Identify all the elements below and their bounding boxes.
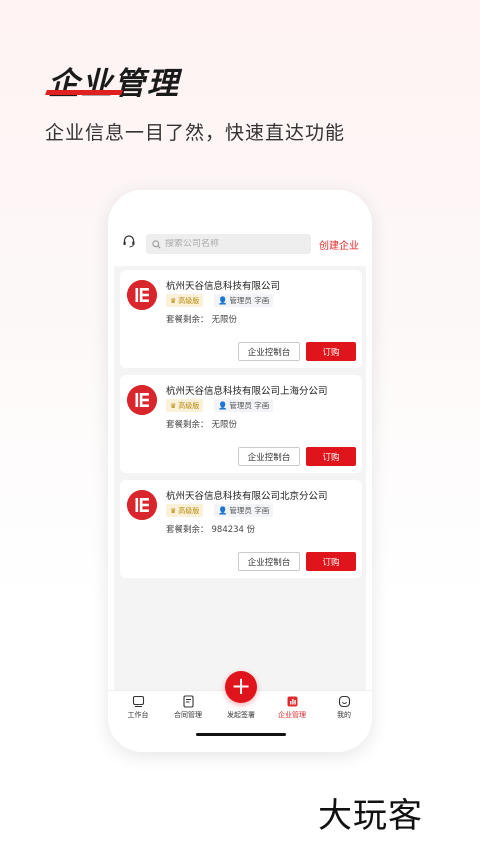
company-name: 杭州天谷信息科技有限公司上海分公司 [166, 386, 328, 397]
watermark-logo: 大玩客 [318, 796, 423, 836]
headset-icon[interactable] [122, 234, 136, 248]
hero-subtitle: 企业信息一目了然，快速直达功能 [45, 122, 346, 144]
hero-underline [45, 90, 123, 95]
search-box[interactable] [146, 234, 311, 254]
profile-icon [338, 695, 350, 708]
remaining-quota: 套餐剩余： 无限份 [166, 420, 238, 430]
remaining-quota: 套餐剩余： 984234 份 [166, 525, 256, 535]
user-icon: 👤 [218, 401, 228, 410]
app-screen: 创建企业 杭州天谷信息科技有限公司 ♛高级版 👤管理员 字画 套餐剩余：无限份 [114, 220, 366, 690]
tab-profile[interactable]: 我的 [324, 695, 364, 720]
admin-badge: 👤 管理员 字画 [214, 399, 274, 412]
remaining-quota: 套餐剩余： 无限份 [166, 315, 238, 325]
contract-icon [182, 695, 194, 708]
start-signing-label: 发起签署 [227, 711, 255, 719]
order-button[interactable]: 订购 [306, 552, 356, 571]
enterprise-console-button[interactable]: 企业控制台 [238, 447, 300, 466]
phone-mockup: 创建企业 杭州天谷信息科技有限公司 ♛高级版 👤管理员 字画 套餐剩余：无限份 [108, 190, 372, 752]
crown-icon: ♛ [170, 506, 177, 515]
company-logo [127, 385, 157, 415]
start-signing-button[interactable]: + [225, 671, 257, 703]
search-icon [152, 239, 161, 249]
search-input[interactable] [165, 239, 305, 249]
admin-badge: 👤 管理员 字画 [214, 504, 274, 517]
tab-contract-management[interactable]: 合同管理 [168, 695, 208, 720]
workbench-icon [132, 695, 144, 708]
plus-icon: + [230, 672, 252, 700]
company-logo [127, 490, 157, 520]
enterprise-console-button[interactable]: 企业控制台 [238, 552, 300, 571]
crown-icon: ♛ [170, 401, 177, 410]
enterprise-console-button[interactable]: 企业控制台 [238, 342, 300, 361]
enterprise-icon [287, 696, 297, 707]
level-badge: ♛ 高级版 [166, 294, 204, 307]
company-logo [127, 280, 157, 310]
crown-icon: ♛ [170, 296, 177, 305]
level-badge: ♛ 高级版 [166, 504, 204, 517]
hero-title: 企业管理 [48, 66, 180, 102]
user-icon: 👤 [218, 506, 228, 515]
company-name: 杭州天谷信息科技有限公司北京分公司 [166, 491, 328, 502]
create-enterprise-link[interactable]: 创建企业 [319, 237, 359, 252]
home-indicator [196, 733, 286, 736]
level-badge: ♛ 高级版 [166, 399, 204, 412]
company-name: 杭州天谷信息科技有限公司 [166, 281, 281, 292]
company-card[interactable]: 杭州天谷信息科技有限公司北京分公司 ♛ 高级版 👤 管理员 字画 套餐剩余： 9842… [120, 480, 362, 578]
user-icon: 👤 [218, 296, 228, 305]
tab-enterprise-management[interactable]: 企业管理 [272, 695, 312, 720]
order-button[interactable]: 订购 [306, 447, 356, 466]
tab-workbench[interactable]: 工作台 [118, 695, 158, 720]
order-button[interactable]: 订购 [306, 342, 356, 361]
company-card[interactable]: 杭州天谷信息科技有限公司上海分公司 ♛ 高级版 👤 管理员 字画 套餐剩余： 无限份 … [120, 375, 362, 473]
admin-badge: 👤 管理员 字画 [214, 294, 274, 307]
top-bar: 创建企业 [114, 220, 366, 266]
company-card[interactable]: 杭州天谷信息科技有限公司 ♛ 高级版 👤 管理员 字画 套餐剩余： 无限份 企业控制台… [120, 270, 362, 368]
